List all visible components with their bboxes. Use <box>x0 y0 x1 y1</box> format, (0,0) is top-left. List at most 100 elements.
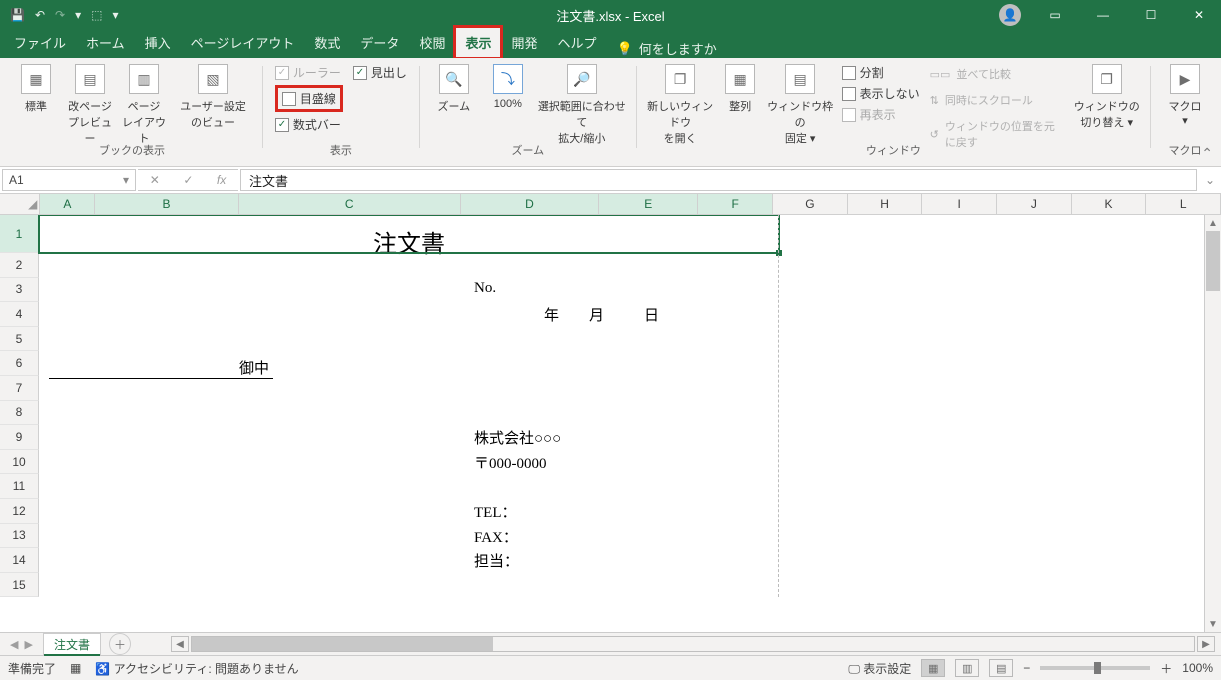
row-cells[interactable] <box>39 401 1221 426</box>
view-pagebreak-icon[interactable]: ▤ <box>989 659 1013 677</box>
macros-button[interactable]: ▶マクロ ▾ <box>1159 62 1211 129</box>
row-cells[interactable] <box>39 474 1221 499</box>
zoom-level[interactable]: 100% <box>1182 661 1213 675</box>
chevron-down-icon[interactable]: ▾ <box>123 173 129 187</box>
row-header[interactable]: 4 <box>0 302 39 327</box>
col-header[interactable]: H <box>848 194 923 214</box>
view-normal-button[interactable]: ▦標準 <box>10 62 62 116</box>
touch-mode-icon[interactable]: ⬚ <box>91 8 102 22</box>
chk-hide[interactable]: 表示しない <box>842 85 920 102</box>
tab-pagelayout[interactable]: ページレイアウト <box>181 27 305 58</box>
col-header[interactable]: E <box>599 194 698 214</box>
scroll-down-icon[interactable]: ▼ <box>1205 616 1221 632</box>
row-header[interactable]: 8 <box>0 401 39 426</box>
row-cells[interactable]: 株式会社○○○ <box>39 425 1221 450</box>
row-header[interactable]: 10 <box>0 450 39 475</box>
col-header[interactable]: D <box>461 194 599 214</box>
tell-me[interactable]: 💡 何をしますか <box>607 39 727 58</box>
col-header[interactable]: K <box>1072 194 1147 214</box>
accessibility-status[interactable]: ♿ アクセシビリティ: 問題ありません <box>95 660 298 677</box>
display-settings[interactable]: 🖵 表示設定 <box>848 660 911 677</box>
select-all-corner[interactable]: ◢ <box>0 194 40 214</box>
row-cells[interactable] <box>39 327 1221 352</box>
tab-review[interactable]: 校閲 <box>409 27 455 58</box>
col-header[interactable]: C <box>239 194 461 214</box>
chk-gridlines[interactable]: 目盛線 <box>275 85 343 112</box>
row-header[interactable]: 3 <box>0 278 39 303</box>
row-cells[interactable]: TEL： <box>39 499 1221 524</box>
column-headers[interactable]: ◢ ABCDEFGHIJKL <box>0 194 1221 215</box>
tab-data[interactable]: データ <box>350 27 409 58</box>
sheet-nav-prev-icon[interactable]: ◀ <box>10 638 18 651</box>
row-cells[interactable]: 御中 <box>39 351 1221 376</box>
view-normal-icon[interactable]: ▦ <box>921 659 945 677</box>
col-header[interactable]: F <box>698 194 773 214</box>
new-window-button[interactable]: ❐新しいウィンドウ を開く <box>645 62 716 148</box>
row-header[interactable]: 9 <box>0 425 39 450</box>
chk-formulabar[interactable]: ✓数式バー <box>275 116 343 133</box>
sheet-nav-next-icon[interactable]: ▶ <box>24 638 32 651</box>
account-avatar[interactable]: 👤 <box>999 4 1021 26</box>
hscroll-thumb[interactable] <box>192 637 493 651</box>
collapse-ribbon-icon[interactable]: ⌃ <box>1201 145 1213 162</box>
zoom-out-icon[interactable]: − <box>1023 661 1030 675</box>
col-header[interactable]: J <box>997 194 1072 214</box>
row-cells[interactable]: 年月日 <box>39 302 1221 327</box>
row-header[interactable]: 1 <box>0 215 39 253</box>
vscroll-thumb[interactable] <box>1206 231 1220 291</box>
tab-formulas[interactable]: 数式 <box>304 27 350 58</box>
row-header[interactable]: 12 <box>0 499 39 524</box>
hscroll-right-icon[interactable]: ▶ <box>1197 636 1215 652</box>
zoom-in-icon[interactable]: ＋ <box>1160 660 1172 677</box>
fx-icon[interactable]: fx <box>217 173 226 187</box>
row-header[interactable]: 5 <box>0 327 39 352</box>
row-header[interactable]: 6 <box>0 351 39 376</box>
ribbon-display-icon[interactable]: ▭ <box>1033 0 1077 30</box>
qat-menu-icon[interactable]: ▾ <box>75 8 81 22</box>
row-cells[interactable] <box>39 573 1221 598</box>
minimize-button[interactable]: — <box>1081 0 1125 30</box>
maximize-button[interactable]: ☐ <box>1129 0 1173 30</box>
name-box[interactable]: A1▾ <box>2 169 136 191</box>
qat-dd-icon[interactable]: ▾ <box>112 8 118 22</box>
row-cells[interactable] <box>39 253 1221 278</box>
tab-help[interactable]: ヘルプ <box>547 27 606 58</box>
row-cells[interactable]: No. <box>39 278 1221 303</box>
scroll-up-icon[interactable]: ▲ <box>1205 215 1221 231</box>
chk-headings[interactable]: ✓見出し <box>353 64 407 81</box>
col-header[interactable]: L <box>1146 194 1221 214</box>
row-cells[interactable]: 〒000-0000 <box>39 450 1221 475</box>
switch-windows-button[interactable]: ❐ウィンドウの 切り替え ▾ <box>1071 62 1142 132</box>
view-pagelayout-icon[interactable]: ▥ <box>955 659 979 677</box>
col-header[interactable]: I <box>922 194 997 214</box>
zoom-selection-button[interactable]: 🔎選択範囲に合わせて 拡大/縮小 <box>536 62 628 148</box>
row-cells[interactable] <box>39 376 1221 401</box>
tab-developer[interactable]: 開発 <box>501 27 547 58</box>
arrange-button[interactable]: ▦整列 <box>718 62 763 116</box>
view-custom-button[interactable]: ▧ユーザー設定 のビュー <box>172 62 254 132</box>
freeze-panes-button[interactable]: ▤ウィンドウ枠の 固定 ▾ <box>765 62 836 148</box>
row-header[interactable]: 15 <box>0 573 39 598</box>
row-header[interactable]: 7 <box>0 376 39 401</box>
tab-home[interactable]: ホーム <box>76 27 135 58</box>
row-cells[interactable]: 注文書 <box>39 215 1221 253</box>
tab-insert[interactable]: 挿入 <box>135 27 181 58</box>
rows-area[interactable]: 1注文書23No.4年月日56御中789株式会社○○○10〒000-000011… <box>0 215 1221 632</box>
col-header[interactable]: A <box>40 194 95 214</box>
row-header[interactable]: 2 <box>0 253 39 278</box>
spreadsheet-grid[interactable]: ◢ ABCDEFGHIJKL 1注文書23No.4年月日56御中789株式会社○… <box>0 194 1221 632</box>
col-header[interactable]: G <box>773 194 848 214</box>
view-pagebreak-button[interactable]: ▤改ページ プレビュー <box>64 62 116 148</box>
save-icon[interactable]: 💾 <box>10 8 25 22</box>
sheet-tab[interactable]: 注文書 <box>43 633 101 655</box>
tab-file[interactable]: ファイル <box>4 27 76 58</box>
chk-split[interactable]: 分割 <box>842 64 920 81</box>
row-header[interactable]: 13 <box>0 524 39 549</box>
tab-view[interactable]: 表示 <box>455 27 501 58</box>
view-pagelayout-button[interactable]: ▥ページ レイアウト <box>118 62 170 148</box>
macro-rec-icon[interactable]: ▦ <box>70 661 81 675</box>
col-header[interactable]: B <box>95 194 238 214</box>
hscroll-left-icon[interactable]: ◀ <box>171 636 189 652</box>
row-header[interactable]: 11 <box>0 474 39 499</box>
row-cells[interactable]: FAX： <box>39 524 1221 549</box>
